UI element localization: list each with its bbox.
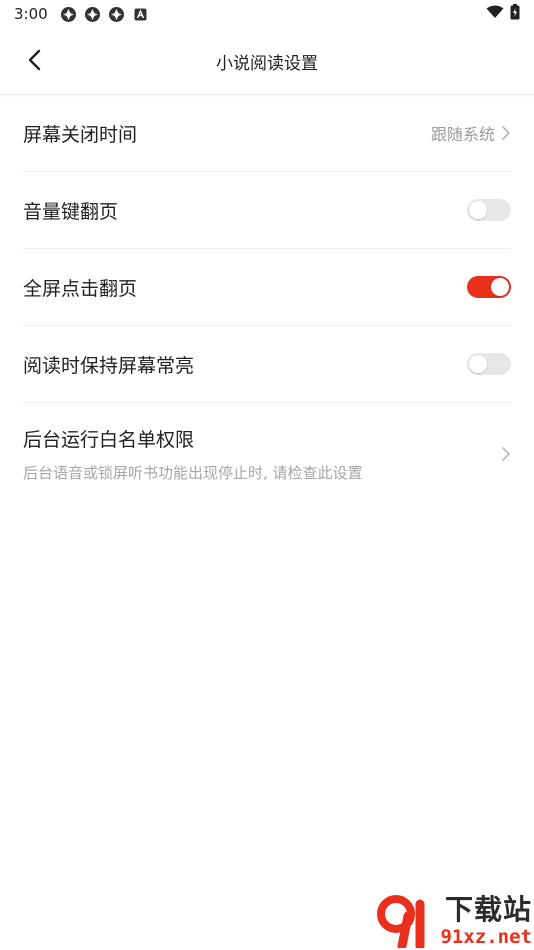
chevron-right-icon: [502, 447, 510, 461]
setting-keep-screen-on: 阅读时保持屏幕常亮: [23, 326, 511, 403]
setting-label: 全屏点击翻页: [23, 277, 138, 300]
fullscreen-tap-page-turn-toggle[interactable]: [467, 276, 511, 298]
accessibility-icon: [132, 6, 149, 23]
status-bar: 3:00: [0, 0, 534, 28]
chevron-right-icon: [502, 126, 510, 140]
watermark: 下载站 91xz.net: [374, 892, 532, 948]
setting-background-whitelist[interactable]: 后台运行白名单权限 后台语音或锁屏听书功能出现停止时, 请检查此设置: [23, 403, 511, 505]
setting-screen-timeout[interactable]: 屏幕关闭时间 跟随系统: [23, 95, 511, 172]
keep-screen-on-toggle[interactable]: [467, 353, 511, 375]
setting-label: 后台运行白名单权限: [23, 429, 195, 451]
setting-label: 屏幕关闭时间: [23, 123, 138, 146]
setting-description: 后台语音或锁屏听书功能出现停止时, 请检查此设置: [23, 464, 363, 482]
setting-label: 音量键翻页: [23, 200, 119, 223]
wifi-icon: [486, 5, 504, 23]
toggle-knob: [491, 278, 509, 296]
battery-icon: [510, 4, 520, 24]
chevron-left-icon: [28, 49, 41, 71]
setting-label: 阅读时保持屏幕常亮: [23, 354, 195, 377]
app-notification-icon: [84, 6, 101, 23]
setting-value: 跟随系统: [430, 125, 495, 144]
watermark-logo-icon: [377, 895, 425, 948]
toggle-knob: [469, 355, 487, 373]
watermark-domain: 91xz.net: [440, 926, 532, 948]
watermark-title: 下载站: [444, 893, 532, 926]
app-notification-icon: [60, 6, 77, 23]
toggle-knob: [469, 201, 487, 219]
page-title: 小说阅读设置: [216, 53, 318, 74]
status-time: 3:00: [14, 5, 48, 23]
settings-list: 屏幕关闭时间 跟随系统 音量键翻页 全屏点击翻页 阅读时保持屏幕常亮 后台运行白…: [0, 95, 534, 505]
back-button[interactable]: [20, 46, 48, 74]
setting-fullscreen-tap-page-turn: 全屏点击翻页: [23, 249, 511, 326]
setting-volume-key-page-turn: 音量键翻页: [23, 172, 511, 249]
app-header: 小说阅读设置: [0, 28, 534, 95]
app-notification-icon: [108, 6, 125, 23]
volume-key-page-turn-toggle[interactable]: [467, 199, 511, 221]
